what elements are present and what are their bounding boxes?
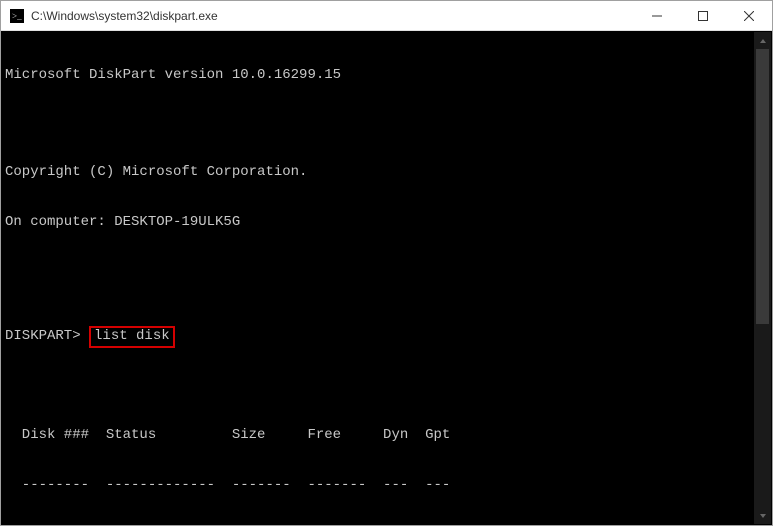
- computer-line: On computer: DESKTOP-19ULK5G: [5, 214, 772, 232]
- diskpart-window: >_ C:\Windows\system32\diskpart.exe Micr…: [0, 0, 773, 526]
- scroll-track[interactable]: [754, 49, 771, 507]
- prompt: DISKPART>: [5, 328, 89, 344]
- copyright-line: Copyright (C) Microsoft Corporation.: [5, 164, 772, 182]
- titlebar: >_ C:\Windows\system32\diskpart.exe: [1, 1, 772, 31]
- window-title: C:\Windows\system32\diskpart.exe: [31, 9, 634, 23]
- window-controls: [634, 1, 772, 30]
- scroll-down-icon[interactable]: [754, 507, 771, 524]
- console-output[interactable]: Microsoft DiskPart version 10.0.16299.15…: [1, 31, 772, 525]
- disk-table-divider: -------- ------------- ------- ------- -…: [5, 477, 772, 495]
- scroll-up-icon[interactable]: [754, 32, 771, 49]
- minimize-button[interactable]: [634, 1, 680, 30]
- cmd-list-disk: list disk: [89, 326, 175, 348]
- version-line: Microsoft DiskPart version 10.0.16299.15: [5, 67, 772, 85]
- disk-table-header: Disk ### Status Size Free Dyn Gpt: [5, 427, 772, 445]
- app-icon: >_: [9, 8, 25, 24]
- scroll-thumb[interactable]: [756, 49, 769, 324]
- close-button[interactable]: [726, 1, 772, 30]
- maximize-button[interactable]: [680, 1, 726, 30]
- svg-text:>_: >_: [12, 11, 22, 21]
- prompt-line-1: DISKPART> list disk: [5, 327, 772, 349]
- vertical-scrollbar[interactable]: [754, 32, 771, 524]
